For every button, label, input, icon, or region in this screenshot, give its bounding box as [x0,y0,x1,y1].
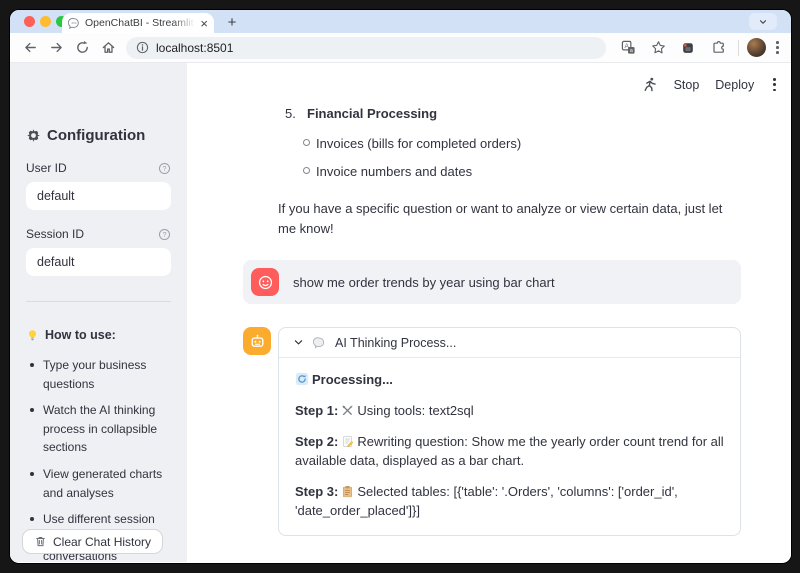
thinking-expander: AI Thinking Process... Processing... Ste… [278,327,741,537]
user-avatar [251,268,279,297]
translate-icon: Aa [621,40,635,54]
thinking-step: Step 2: Rewriting question: Show me the y… [295,433,724,468]
refresh-icon [295,372,309,386]
svg-text:?: ? [163,165,167,172]
browser-window: OpenChatBI - Streamlit Interf × + localh… [10,10,791,563]
trash-icon [36,537,45,547]
clear-chat-history-button[interactable]: Clear Chat History [22,529,164,554]
assistant-avatar [243,327,271,356]
robot-icon [250,334,264,347]
session-id-field[interactable] [26,248,171,276]
tab-close-icon[interactable]: × [200,17,208,30]
help-icon[interactable]: ? [158,228,171,241]
svg-text:a: a [630,48,633,54]
window-controls [24,16,67,27]
profile-avatar[interactable] [747,38,767,57]
extension-badge-icon [683,42,694,53]
thinking-expander-header[interactable]: AI Thinking Process... [279,328,740,359]
sidebar: Configuration User ID ? Session ID ? How… [10,63,187,563]
reload-icon [76,40,88,53]
lightbulb-icon [28,329,37,340]
assistant-closing-text: If you have a specific question or want … [278,201,723,236]
user-id-label: User ID [26,161,67,175]
clipboard-icon [341,485,354,498]
user-message: show me order trends by year using bar c… [243,260,741,305]
browser-tab[interactable]: OpenChatBI - Streamlit Interf × [62,13,214,33]
address-bar[interactable]: localhost:8501 [126,36,607,59]
svg-text:?: ? [163,231,167,238]
thinking-step: Step 3: Selected tables: [{'table': '.Ord… [295,483,678,518]
user-face-icon [258,275,272,289]
session-id-label: Session ID [26,227,85,241]
main-area: Stop Deploy 5. Financial Processing Invo… [187,63,791,562]
tab-strip: OpenChatBI - Streamlit Interf × + [10,10,791,33]
pinned-extension-button[interactable] [676,36,700,60]
toolbar-divider [738,39,740,56]
home-icon [102,42,114,53]
reload-button[interactable] [70,36,94,60]
list-item: View generated charts and analyses [26,465,171,502]
url-text[interactable]: localhost:8501 [156,41,233,55]
tab-favicon-chat-bubble-icon [68,17,80,29]
site-info-icon[interactable] [136,41,149,54]
help-icon[interactable]: ? [158,162,171,175]
gear-icon [27,129,40,142]
sub-list-item: Invoice numbers and dates [243,162,741,182]
thought-bubble-icon [313,337,325,350]
puzzle-icon [713,41,724,53]
list-item: Watch the AI thinking process in collaps… [26,401,171,457]
chevron-down-icon [294,340,303,345]
thinking-expander-label: AI Thinking Process... [335,335,457,350]
back-button[interactable] [18,36,42,60]
thinking-expander-body: Processing... Step 1: Using tools: text2s… [279,358,740,535]
star-icon [652,41,665,54]
tools-icon [341,404,354,417]
minimize-window-button[interactable] [40,16,51,27]
chevron-down-icon [759,19,767,24]
app-menu-button[interactable] [770,76,779,93]
sidebar-title: Configuration [26,127,171,144]
tab-search-button[interactable] [749,13,777,30]
how-to-use-title: How to use: [26,328,171,342]
extensions-button[interactable] [706,36,730,60]
list-number: 5. [285,106,296,121]
list-title: Financial Processing [307,106,438,121]
close-window-button[interactable] [24,16,35,27]
list-item: Type your business questions [26,356,171,393]
chat-content: 5. Financial Processing Invoices (bills … [243,63,741,563]
browser-menu-button[interactable] [772,39,783,56]
browser-toolbar: localhost:8501 Aa [10,33,791,63]
translate-button[interactable]: Aa [616,36,640,60]
tab-title: OpenChatBI - Streamlit Interf [85,17,195,29]
sub-list-item: Invoices (bills for completed orders) [243,134,741,154]
new-tab-button[interactable]: + [223,14,241,32]
home-button[interactable] [96,36,120,60]
bookmark-button[interactable] [646,36,670,60]
memo-icon [341,435,354,448]
back-arrow-icon [24,42,36,53]
processing-line: Processing... [295,371,724,390]
forward-button[interactable] [44,36,68,60]
assistant-message-tail: 5. Financial Processing Invoices (bills … [243,106,741,238]
assistant-message: AI Thinking Process... Processing... Ste… [243,327,741,537]
forward-arrow-icon [50,42,62,53]
user-message-text: show me order trends by year using bar c… [293,274,555,290]
user-id-field[interactable] [26,182,171,210]
thinking-step: Step 1: Using tools: text2sql [295,403,474,419]
sidebar-divider [26,301,171,302]
